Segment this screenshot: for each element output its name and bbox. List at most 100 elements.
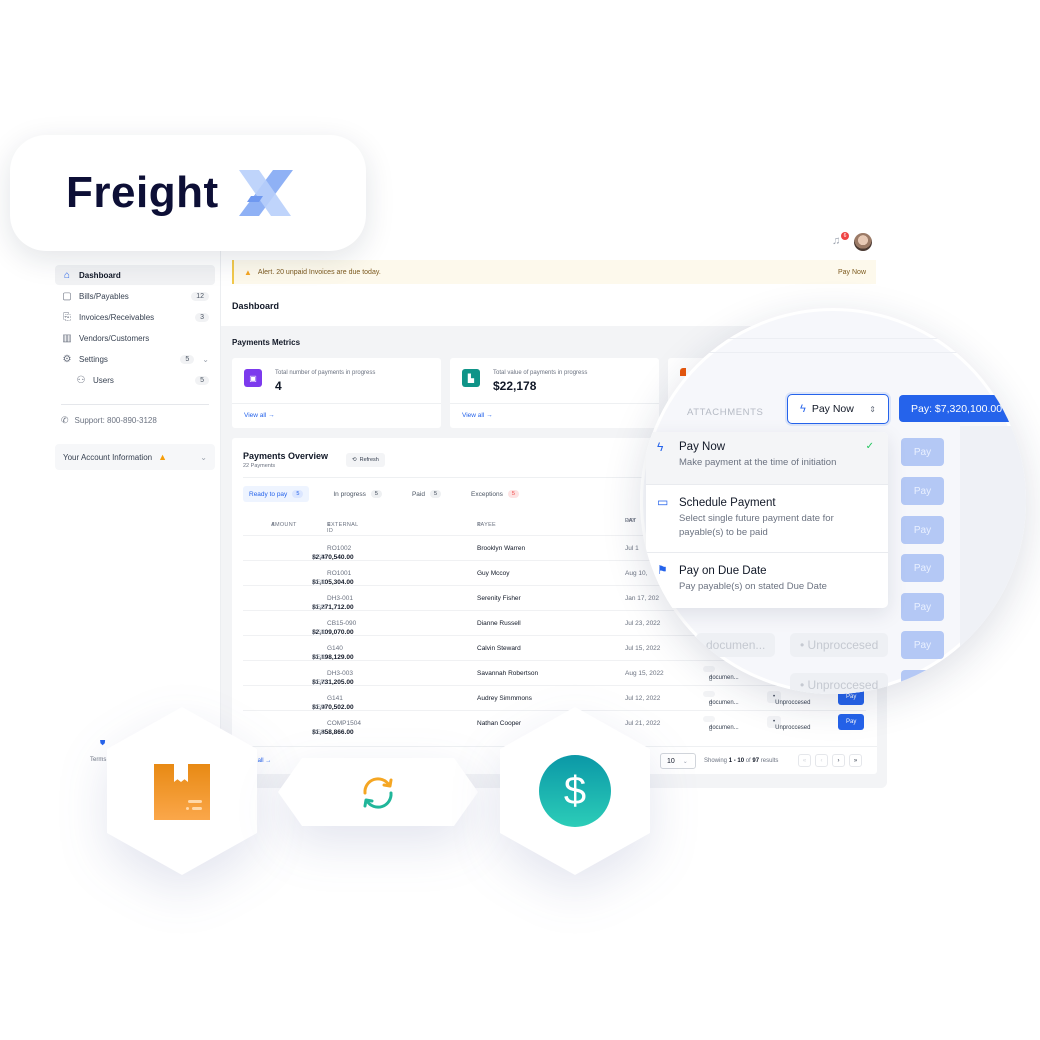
brand-name: Freight <box>66 168 219 217</box>
payee-cell: Guy Mccoy <box>477 570 510 577</box>
bolt-icon: ϟ <box>657 440 664 454</box>
external-id-cell: G140 <box>327 645 343 652</box>
status-label: Unproccesed <box>775 725 811 731</box>
refresh-icon: ⟲ <box>352 457 357 463</box>
avatar[interactable] <box>854 233 872 251</box>
bills-icon: ▢ <box>62 290 72 302</box>
summary-of: of <box>745 758 751 764</box>
external-id-cell: RO1001 <box>327 570 352 577</box>
check-icon: ✓ <box>865 441 874 452</box>
pay-button[interactable]: Pay <box>901 670 944 694</box>
pay-button[interactable]: Pay <box>838 714 865 730</box>
terms-link[interactable]: Terms <box>90 757 106 763</box>
prev-page-button[interactable]: ‹ <box>815 754 828 767</box>
alert-pay-now-link[interactable]: Pay Now <box>838 269 866 276</box>
sidebar-item-dashboard[interactable]: ⌂ Dashboard <box>55 265 215 285</box>
view-all-link[interactable]: View all → <box>462 412 493 419</box>
option-pay-on-due-date[interactable]: ⚑ Pay on Due Date Pay payable(s) on stat… <box>646 553 888 608</box>
users-icon: ⚇ <box>76 374 86 386</box>
dollar-hexagon: $ <box>500 707 650 875</box>
topbar-actions: ♫ 6 <box>832 232 872 251</box>
sort-icon: ⇕ <box>327 522 332 528</box>
summary-suffix: results <box>760 758 779 764</box>
metrics-title: Payments Metrics <box>232 338 301 347</box>
sidebar-item-settings[interactable]: ⚙ Settings 5 ⌄ <box>55 349 215 369</box>
chevron-down-icon: ⌄ <box>200 452 207 462</box>
tab-count: 5 <box>292 490 304 498</box>
select-value: Pay Now <box>811 403 854 415</box>
account-info-toggle[interactable]: Your Account Information ▲ ⌄ <box>55 444 215 470</box>
external-id-cell: RO1002 <box>327 545 352 552</box>
pay-button[interactable]: Pay <box>901 631 944 659</box>
divider <box>61 404 209 405</box>
bolt-icon: ϟ <box>800 403 806 415</box>
option-description: Select single future payment date for pa… <box>679 513 834 538</box>
view-all-link[interactable]: View all → <box>244 412 275 419</box>
sync-icon <box>363 777 393 809</box>
payee-cell: Brooklyn Warren <box>477 545 526 552</box>
next-page-button[interactable]: › <box>832 754 845 767</box>
pay-button[interactable]: Pay <box>901 554 944 582</box>
support-phone[interactable]: ✆ Support: 800-890-3128 <box>55 415 215 426</box>
first-page-button[interactable]: « <box>798 754 811 767</box>
tab-paid[interactable]: Paid 5 <box>406 486 447 502</box>
sidebar-item-bills[interactable]: ▢ Bills/Payables 12 <box>55 286 215 306</box>
payment-method-dropdown: ϟ Pay Now Make payment at the time of in… <box>646 432 888 608</box>
per-page-select[interactable]: 10 ⌄ <box>660 753 696 769</box>
sidebar-item-vendors[interactable]: ▥ Vendors/Customers <box>55 328 215 348</box>
refresh-button[interactable]: ⟲ Refresh <box>346 453 385 467</box>
metric-card-count: ▣ Total number of payments in progress 4… <box>232 358 441 428</box>
pay-button[interactable]: Pay <box>901 477 944 505</box>
payee-cell: Audrey Simmmons <box>477 695 532 702</box>
view-all-label: View all <box>244 412 267 419</box>
building-icon: ▥ <box>62 332 72 344</box>
option-pay-now[interactable]: ϟ Pay Now Make payment at the time of in… <box>646 432 888 484</box>
summary-range: 1 - 10 <box>728 758 745 764</box>
tab-ready-to-pay[interactable]: Ready to pay 5 <box>243 486 310 502</box>
attachment-name: documen... <box>709 700 739 706</box>
sidebar-item-label: Bills/Payables <box>79 291 129 301</box>
tab-count: 5 <box>429 490 442 498</box>
last-page-button[interactable]: » <box>849 754 862 767</box>
pay-button[interactable]: Pay <box>901 593 944 621</box>
arrow-right-icon: → <box>268 412 275 419</box>
currency-code: USD <box>312 729 326 736</box>
sidebar-item-users[interactable]: ⚇ Users 5 <box>55 370 215 390</box>
pay-button[interactable]: Pay <box>901 516 944 544</box>
refresh-label: Refresh <box>359 457 379 463</box>
invoice-icon: ⎘ <box>63 311 71 323</box>
payment-method-select[interactable]: ϟ Pay Now ⇕ <box>787 394 889 424</box>
count-badge: 12 <box>191 291 209 301</box>
attachment-chip[interactable]: documen... <box>696 633 776 657</box>
sidebar-item-invoices[interactable]: ⎘ Invoices/Receivables 3 <box>55 307 215 327</box>
count-badge: 5 <box>180 354 195 364</box>
metric-value: $22,178 <box>493 379 537 393</box>
metric-label: Total number of payments in progress <box>275 370 376 376</box>
payee-cell: Dianne Russell <box>477 620 521 627</box>
summary-prefix: Showing <box>704 758 728 764</box>
tab-in-progress[interactable]: In progress 5 <box>327 486 388 502</box>
notification-bell-icon[interactable]: ♫ 6 <box>832 232 849 249</box>
metric-card-value: ▙ Total value of payments in progress $2… <box>450 358 659 428</box>
metric-value: 4 <box>275 379 282 393</box>
sidebar-item-label: Dashboard <box>79 270 121 280</box>
divider <box>232 403 441 404</box>
magnifier-callout: ATTACHMENTS ϟ Pay Now ⇕ Pay: $7,320,100.… <box>640 308 1026 694</box>
option-schedule-payment[interactable]: ▭ Schedule Payment Select single future … <box>646 485 888 551</box>
attachment-chip[interactable]: ▯ documen... <box>703 716 739 732</box>
pay-total-button[interactable]: Pay: $7,320,100.00 <box>899 395 1026 422</box>
payee-cell: Calvin Steward <box>477 645 521 652</box>
chevron-down-icon[interactable]: ⌄ <box>202 355 209 364</box>
pay-button[interactable]: Pay <box>901 438 944 466</box>
shield-icon: ⛊ <box>100 740 106 747</box>
external-id-cell: DH3-003 <box>327 670 354 677</box>
status-label: Unproccesed <box>775 700 811 706</box>
chart-icon: ▙ <box>462 369 480 387</box>
pay-date-cell: Jul 12, 2022 <box>625 695 661 702</box>
tab-exceptions[interactable]: Exceptions 5 <box>465 486 525 502</box>
alert-text: Alert. 20 unpaid Invoices are due today. <box>257 268 381 276</box>
column-label: DAT <box>625 518 637 524</box>
metric-label: Total value of payments in progress <box>493 370 588 376</box>
pay-date-cell: Jul 1 <box>625 545 639 552</box>
per-page-value: 10 <box>667 757 675 765</box>
